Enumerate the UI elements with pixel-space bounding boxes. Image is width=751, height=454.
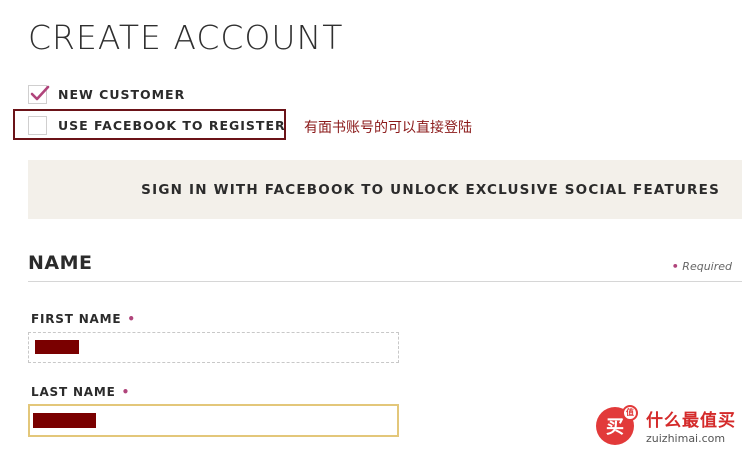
- required-dot: •: [127, 312, 136, 326]
- required-dot: •: [121, 385, 131, 399]
- first-name-label: FIRST NAME •: [31, 312, 136, 326]
- site-watermark: 买 值 什么最值买 zuizhimai.com: [596, 404, 736, 445]
- required-dot: •: [671, 260, 679, 273]
- new-customer-label[interactable]: NEW CUSTOMER: [58, 87, 185, 102]
- redacted-value: [35, 340, 79, 354]
- use-facebook-option[interactable]: USE FACEBOOK TO REGISTER: [28, 116, 286, 135]
- facebook-signin-banner[interactable]: SIGN IN WITH FACEBOOK TO UNLOCK EXCLUSIV…: [28, 160, 742, 219]
- last-name-input[interactable]: [28, 404, 399, 437]
- watermark-logo-char: 买: [606, 416, 624, 438]
- watermark-text: 什么最值买 zuizhimai.com: [646, 406, 736, 445]
- watermark-logo-icon: 买 值: [596, 404, 638, 445]
- use-facebook-checkbox[interactable]: [28, 116, 47, 135]
- new-customer-checkbox[interactable]: [28, 85, 50, 104]
- required-note: • Required: [672, 260, 732, 273]
- watermark-badge: 值: [622, 404, 638, 421]
- last-name-label: LAST NAME •: [31, 385, 130, 399]
- first-name-label-text: FIRST NAME: [31, 312, 122, 326]
- watermark-url: zuizhimai.com: [646, 432, 726, 445]
- checkmark-icon: [30, 85, 50, 101]
- new-customer-option[interactable]: NEW CUSTOMER: [28, 85, 185, 104]
- redacted-value: [33, 413, 96, 428]
- annotation-note: 有面书账号的可以直接登陆: [304, 120, 472, 136]
- first-name-input[interactable]: [28, 332, 399, 363]
- name-section-header: NAME • Required: [28, 250, 742, 282]
- required-label: Required: [682, 260, 732, 273]
- use-facebook-label[interactable]: USE FACEBOOK TO REGISTER: [58, 118, 286, 133]
- watermark-name: 什么最值买: [646, 411, 736, 431]
- facebook-signin-text[interactable]: SIGN IN WITH FACEBOOK TO UNLOCK EXCLUSIV…: [141, 182, 720, 198]
- create-account-page: CREATE ACCOUNT NEW CUSTOMER USE FACEBOOK…: [0, 0, 751, 454]
- section-title: NAME: [28, 252, 93, 274]
- last-name-label-text: LAST NAME: [31, 385, 116, 399]
- page-title: CREATE ACCOUNT: [28, 18, 344, 57]
